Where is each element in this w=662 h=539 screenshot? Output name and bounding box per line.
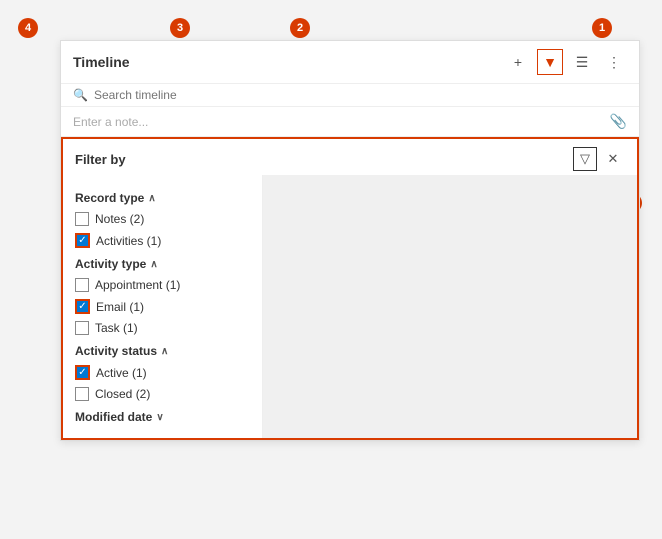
filter-option-notes: Notes (2) (75, 211, 250, 227)
activities-checkbox[interactable]: ✓ (75, 233, 90, 248)
section-activity-type: Activity type ∧ (75, 257, 250, 271)
callout-4: 4 (18, 18, 38, 38)
active-checkmark: ✓ (78, 368, 86, 378)
callout-3: 3 (170, 18, 190, 38)
filter-by-label: Filter by (75, 152, 126, 167)
filter-header-icons: ▽ ✕ (573, 147, 625, 171)
filter-option-activities: ✓ Activities (1) (75, 232, 250, 249)
closed-checkbox[interactable] (75, 387, 89, 401)
email-checkbox[interactable]: ✓ (75, 299, 90, 314)
filter-content: Record type ∧ Notes (2) ✓ Activities (1) (63, 175, 637, 438)
record-type-chevron[interactable]: ∧ (148, 193, 155, 204)
email-checkmark: ✓ (78, 302, 86, 312)
closed-label: Closed (2) (95, 387, 150, 401)
task-label: Task (1) (95, 321, 138, 335)
search-icon: 🔍 (73, 88, 88, 102)
task-checkbox[interactable] (75, 321, 89, 335)
modified-date-label: Modified date (75, 410, 152, 424)
filter-option-closed: Closed (2) (75, 386, 250, 402)
activities-checkmark: ✓ (78, 236, 86, 246)
activity-type-label: Activity type (75, 257, 146, 271)
active-label: Active (1) (96, 366, 147, 380)
activity-status-chevron[interactable]: ∧ (161, 346, 168, 357)
appointment-label: Appointment (1) (95, 278, 180, 292)
filter-option-appointment: Appointment (1) (75, 277, 250, 293)
close-filter-button[interactable]: ✕ (601, 147, 625, 171)
email-label: Email (1) (96, 300, 144, 314)
record-type-label: Record type (75, 191, 144, 205)
section-record-type: Record type ∧ (75, 191, 250, 205)
filter-option-active: ✓ Active (1) (75, 364, 250, 381)
activities-label: Activities (1) (96, 234, 161, 248)
filter-left: Record type ∧ Notes (2) ✓ Activities (1) (63, 175, 263, 438)
section-modified-date: Modified date ∨ (75, 410, 250, 424)
filter-right (263, 175, 637, 438)
header-icons: + ▼ ☰ ⋮ (505, 49, 627, 75)
filter-option-task: Task (1) (75, 320, 250, 336)
note-input-bar: Enter a note... 📎 (61, 107, 639, 137)
active-checkbox[interactable]: ✓ (75, 365, 90, 380)
timeline-panel: Timeline + ▼ ☰ ⋮ 🔍 Enter a note... 📎 (60, 40, 640, 441)
search-bar: 🔍 (61, 84, 639, 107)
appointment-checkbox[interactable] (75, 278, 89, 292)
add-button[interactable]: + (505, 49, 531, 75)
callout-1: 1 (592, 18, 612, 38)
activity-type-chevron[interactable]: ∧ (150, 259, 157, 270)
attachment-icon: 📎 (610, 113, 627, 130)
filter-panel: Filter by ▽ ✕ Record type ∧ (61, 137, 639, 440)
filter-header-row: Filter by ▽ ✕ (63, 139, 637, 175)
callout-2: 2 (290, 18, 310, 38)
notes-label: Notes (2) (95, 212, 144, 226)
note-placeholder: Enter a note... (73, 115, 148, 129)
clear-filter-button[interactable]: ▽ (573, 147, 597, 171)
timeline-title: Timeline (73, 54, 130, 70)
sort-button[interactable]: ☰ (569, 49, 595, 75)
section-activity-status: Activity status ∧ (75, 344, 250, 358)
modified-date-chevron[interactable]: ∨ (156, 412, 163, 423)
activity-status-label: Activity status (75, 344, 157, 358)
search-input[interactable] (94, 88, 627, 102)
filter-option-email: ✓ Email (1) (75, 298, 250, 315)
timeline-header: Timeline + ▼ ☰ ⋮ (61, 41, 639, 84)
notes-checkbox[interactable] (75, 212, 89, 226)
more-button[interactable]: ⋮ (601, 49, 627, 75)
filter-button[interactable]: ▼ (537, 49, 563, 75)
